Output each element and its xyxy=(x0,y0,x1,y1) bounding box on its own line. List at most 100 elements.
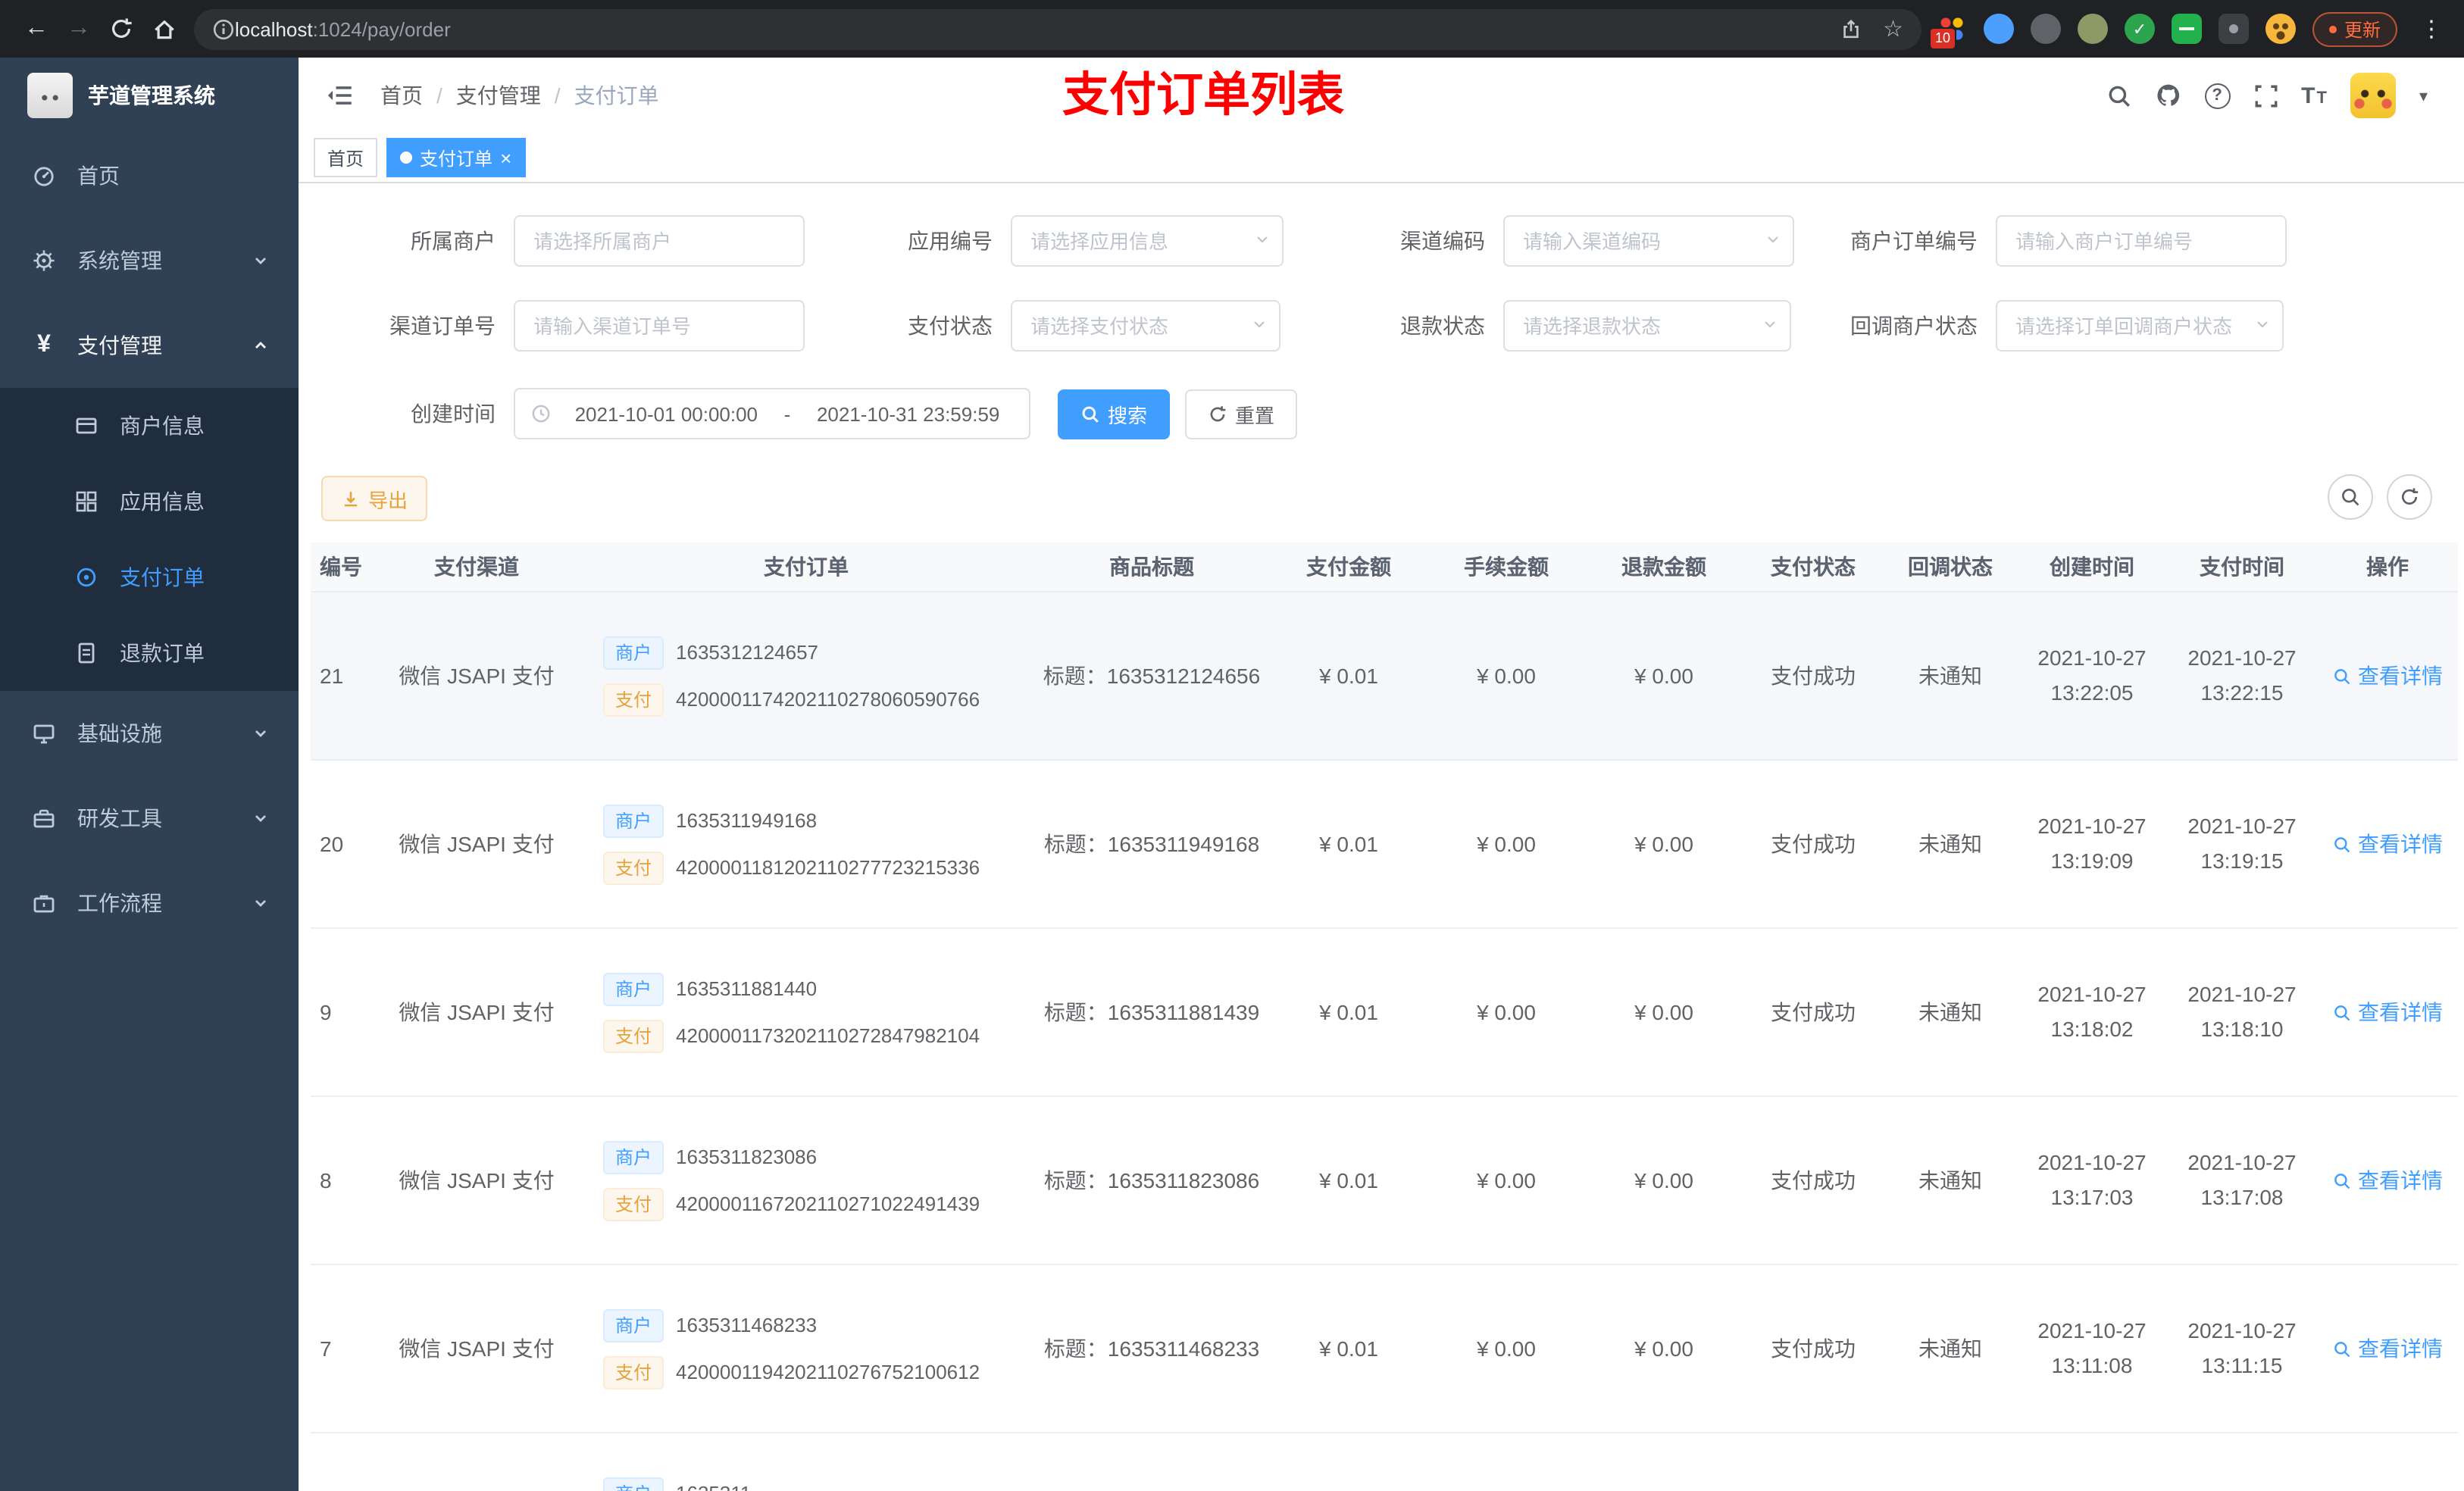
share-icon[interactable] xyxy=(1839,17,1862,40)
filter-channel-code: 渠道编码 xyxy=(1303,215,1794,267)
help-icon[interactable]: ? xyxy=(2204,83,2231,108)
font-size-icon[interactable]: TT xyxy=(2301,83,2328,108)
refund-status-select[interactable] xyxy=(1503,300,1791,352)
pay-tag: 支付 xyxy=(603,683,664,716)
cell-actions: 查看详情 xyxy=(2317,592,2458,759)
app-logo: 芋道管理系统 xyxy=(0,58,299,133)
fullscreen-icon[interactable] xyxy=(2253,83,2278,108)
extension-icon-puzzle[interactable] xyxy=(2218,14,2249,44)
pay-order-no: 4200001167202110271022491439 xyxy=(676,1192,980,1215)
pay-status-select[interactable] xyxy=(1011,300,1280,352)
extension-icon-olive[interactable] xyxy=(2077,14,2108,44)
view-detail-link[interactable]: 查看详情 xyxy=(2332,1165,2443,1196)
merchant-tag: 商户 xyxy=(603,1140,664,1174)
cell-fee xyxy=(1427,1433,1585,1491)
refresh-table-icon-button[interactable] xyxy=(2387,474,2432,520)
show-search-icon-button[interactable] xyxy=(2328,474,2373,520)
chevron-down-icon xyxy=(253,811,268,826)
breadcrumb-pay-mgmt[interactable]: 支付管理 xyxy=(456,80,541,111)
filter-merchant-order-no: 商户订单编号 xyxy=(1796,215,2287,267)
table-body: 21 微信 JSAPI 支付 商户 1635312124657 支付 42000… xyxy=(311,592,2458,1491)
cell-fee: ¥ 0.00 xyxy=(1477,1336,1536,1361)
forward-icon[interactable]: → xyxy=(58,8,100,50)
pay-order-no: 4200001194202110276752100612 xyxy=(676,1361,980,1383)
cell-fee: ¥ 0.00 xyxy=(1477,664,1536,688)
filter-create-time: 创建时间 2021-10-01 00:00:00 - 2021-10-31 23… xyxy=(314,388,1298,439)
cell-notify xyxy=(1884,1433,2017,1491)
channel-code-select[interactable] xyxy=(1503,215,1794,267)
avatar[interactable] xyxy=(2350,73,2397,118)
merchant-tag: 商户 xyxy=(603,972,664,1005)
extension-icon-gray[interactable] xyxy=(2030,14,2061,44)
site-info-icon[interactable] xyxy=(212,17,235,40)
chevron-down-icon xyxy=(1761,315,1779,333)
back-icon[interactable]: ← xyxy=(15,8,58,50)
card-icon xyxy=(73,414,100,438)
cell-create-time: 2021-10-27 13:18:02 xyxy=(2037,981,2147,1041)
channel-order-no-input[interactable] xyxy=(514,300,805,352)
date-separator: - xyxy=(783,402,791,425)
search-icon[interactable] xyxy=(2106,83,2131,108)
close-icon[interactable]: × xyxy=(500,148,511,167)
github-icon[interactable] xyxy=(2154,82,2181,109)
view-detail-link[interactable]: 查看详情 xyxy=(2332,661,2443,691)
clock-icon xyxy=(530,403,552,424)
cell-refund: ¥ 0.00 xyxy=(1634,1000,1693,1024)
sidebar-item-workflow[interactable]: 工作流程 xyxy=(0,861,299,946)
extension-icon-check[interactable]: ✓ xyxy=(2124,14,2155,44)
merchant-order-no-input[interactable] xyxy=(1996,215,2287,267)
cell-amount: ¥ 0.01 xyxy=(1319,1168,1378,1192)
sidebar-item-app-info[interactable]: 应用信息 xyxy=(0,464,299,539)
view-detail-link[interactable]: 查看详情 xyxy=(2332,1333,2443,1364)
sidebar-item-system[interactable]: 系统管理 xyxy=(0,218,299,303)
sidebar-item-refund-order[interactable]: 退款订单 xyxy=(0,615,299,691)
notify-status-select[interactable] xyxy=(1996,300,2284,352)
cell-create-time: 2021-10-27 13:17:03 xyxy=(2037,1149,2147,1209)
caret-down-icon[interactable]: ▾ xyxy=(2419,86,2428,105)
browser-menu-icon[interactable]: ⋮ xyxy=(2414,15,2449,42)
content: 所属商户 应用编号 渠道编码 xyxy=(299,183,2464,1491)
app-select[interactable] xyxy=(1011,215,1284,267)
pay-tag: 支付 xyxy=(603,1355,664,1389)
chevron-down-icon xyxy=(253,726,268,741)
payment-submenu: 商户信息 应用信息 支付订单 退款订单 xyxy=(0,388,299,691)
extension-icon-smiley[interactable] xyxy=(2265,14,2296,44)
sidebar-item-dev-tools[interactable]: 研发工具 xyxy=(0,776,299,861)
sidebar-item-home[interactable]: 首页 xyxy=(0,133,299,218)
sidebar-item-payment[interactable]: ¥ 支付管理 xyxy=(0,303,299,388)
sidebar-item-infra[interactable]: 基础设施 xyxy=(0,691,299,776)
view-detail-link[interactable]: 查看详情 xyxy=(2332,997,2443,1027)
reset-button[interactable]: 重置 xyxy=(1185,389,1298,439)
reload-icon[interactable] xyxy=(100,8,142,50)
sidebar-item-pay-order[interactable]: 支付订单 xyxy=(0,539,299,615)
date-range-picker[interactable]: 2021-10-01 00:00:00 - 2021-10-31 23:59:5… xyxy=(514,388,1030,439)
cell-amount: ¥ 0.01 xyxy=(1319,832,1378,856)
merchant-order-no: 1635311 xyxy=(676,1482,751,1491)
address-bar[interactable]: localhost:1024/pay/order ☆ xyxy=(194,8,1921,49)
cell-actions: 查看详情 xyxy=(2317,761,2458,927)
tab-pay-order[interactable]: 支付订单 × xyxy=(386,138,526,177)
sidebar-item-merchant-info[interactable]: 商户信息 xyxy=(0,388,299,464)
merchant-input[interactable] xyxy=(514,215,805,267)
export-button[interactable]: 导出 xyxy=(321,476,428,521)
cell-pay-time: 2021-10-27 13:18:10 xyxy=(2187,981,2297,1041)
pay-order-no: 4200001181202110277723215336 xyxy=(676,856,980,879)
extension-icon-doc[interactable] xyxy=(2171,14,2202,44)
cell-notify: 未通知 xyxy=(1918,1336,1982,1361)
cell-pay-order: 商户 1635311823086 支付 42000011672021102710… xyxy=(579,1097,1033,1264)
view-detail-link[interactable]: 查看详情 xyxy=(2332,829,2443,859)
extension-icon-colorful[interactable]: 10 xyxy=(1928,14,1967,50)
bookmark-star-icon[interactable]: ☆ xyxy=(1883,17,1903,40)
search-button[interactable]: 搜索 xyxy=(1058,389,1171,439)
orders-table: 编号 支付渠道 支付订单 商品标题 支付金额 手续金额 退款金额 支付状态 回调… xyxy=(311,542,2461,1491)
sidebar-fold-icon[interactable] xyxy=(320,76,359,115)
filter-label: 应用编号 xyxy=(908,229,993,253)
dashboard-icon xyxy=(30,164,58,188)
cell-pay-order: 商户 1635311 xyxy=(579,1433,1033,1491)
extension-icon-blue[interactable] xyxy=(1983,14,2014,44)
home-icon[interactable] xyxy=(142,8,185,50)
tab-home[interactable]: 首页 xyxy=(314,138,378,177)
filter-label: 支付状态 xyxy=(908,314,993,338)
breadcrumb-home[interactable]: 首页 xyxy=(380,80,423,111)
browser-update-button[interactable]: 更新 xyxy=(2312,11,2397,46)
